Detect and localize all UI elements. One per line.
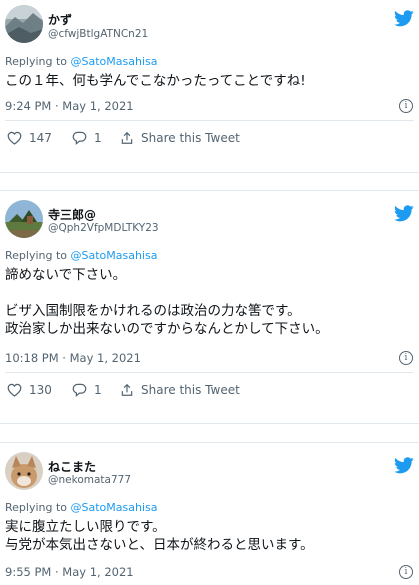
user-handle[interactable]: @cfwjBtlgATNCn21 <box>48 28 148 40</box>
tweet-timestamp[interactable]: 9:24 PM · May 1, 2021 <box>5 99 134 113</box>
tweet-text: 諦めないで下さい。 ビザ入国制限をかけれるのは政治の力な筈です。 政治家しか出来… <box>5 267 329 337</box>
display-name[interactable]: ねこまた <box>48 458 96 475</box>
card-gap <box>0 424 419 442</box>
replying-prefix: Replying to <box>5 249 71 262</box>
reply-button[interactable]: 1 <box>72 383 102 397</box>
like-button[interactable]: 130 <box>7 383 52 397</box>
replying-to: Replying to @SatoMasahisa <box>5 501 157 514</box>
mention-link[interactable]: @SatoMasahisa <box>71 55 158 68</box>
tweet-card[interactable]: ねこまた @nekomata777 Replying to @SatoMasah… <box>0 443 419 585</box>
info-icon[interactable]: i <box>399 351 413 365</box>
like-count: 147 <box>29 131 52 145</box>
avatar[interactable] <box>5 452 43 490</box>
share-icon <box>121 383 133 396</box>
tweet-timestamp[interactable]: 10:18 PM · May 1, 2021 <box>5 351 141 365</box>
info-icon[interactable]: i <box>399 99 413 113</box>
replying-to: Replying to @SatoMasahisa <box>5 249 157 262</box>
share-icon <box>121 131 133 144</box>
heart-icon <box>7 131 22 145</box>
reply-icon <box>72 383 87 397</box>
like-count: 130 <box>29 383 52 397</box>
avatar[interactable] <box>5 5 43 43</box>
replying-prefix: Replying to <box>5 55 71 68</box>
share-button[interactable]: Share this Tweet <box>120 131 240 145</box>
tweet-text: 実に腹立たしい限りです。 与党が本気出さないと、日本が終わると思います。 <box>5 519 314 553</box>
tweet-card[interactable]: 寺三郎@ @Qph2VfpMDLTKY23 Replying to @SatoM… <box>0 191 419 423</box>
reply-count: 1 <box>94 131 102 145</box>
avatar[interactable] <box>5 200 43 238</box>
like-button[interactable]: 147 <box>7 131 52 145</box>
mention-link[interactable]: @SatoMasahisa <box>71 249 158 262</box>
display-name[interactable]: かず <box>48 11 72 28</box>
twitter-bird-icon[interactable] <box>394 10 414 27</box>
share-label: Share this Tweet <box>141 131 240 145</box>
tweet-timestamp[interactable]: 9:55 PM · May 1, 2021 <box>5 565 134 579</box>
divider <box>5 120 414 121</box>
heart-icon <box>7 383 22 397</box>
twitter-bird-icon[interactable] <box>394 457 414 474</box>
display-name[interactable]: 寺三郎@ <box>48 206 96 223</box>
twitter-bird-icon[interactable] <box>394 205 414 222</box>
replying-to: Replying to @SatoMasahisa <box>5 55 157 68</box>
divider <box>5 372 414 373</box>
share-label: Share this Tweet <box>141 383 240 397</box>
replying-prefix: Replying to <box>5 501 71 514</box>
card-gap <box>0 173 419 190</box>
reply-icon <box>72 131 87 145</box>
share-button[interactable]: Share this Tweet <box>120 383 240 397</box>
info-icon[interactable]: i <box>399 565 413 579</box>
tweet-card[interactable]: かず @cfwjBtlgATNCn21 Replying to @SatoMas… <box>0 0 419 172</box>
user-handle[interactable]: @nekomata777 <box>48 474 131 486</box>
tweet-text: この１年、何も学んでこなかったってことですね! <box>5 73 306 89</box>
user-handle[interactable]: @Qph2VfpMDLTKY23 <box>48 222 159 234</box>
mention-link[interactable]: @SatoMasahisa <box>71 501 158 514</box>
reply-button[interactable]: 1 <box>72 131 102 145</box>
reply-count: 1 <box>94 383 102 397</box>
